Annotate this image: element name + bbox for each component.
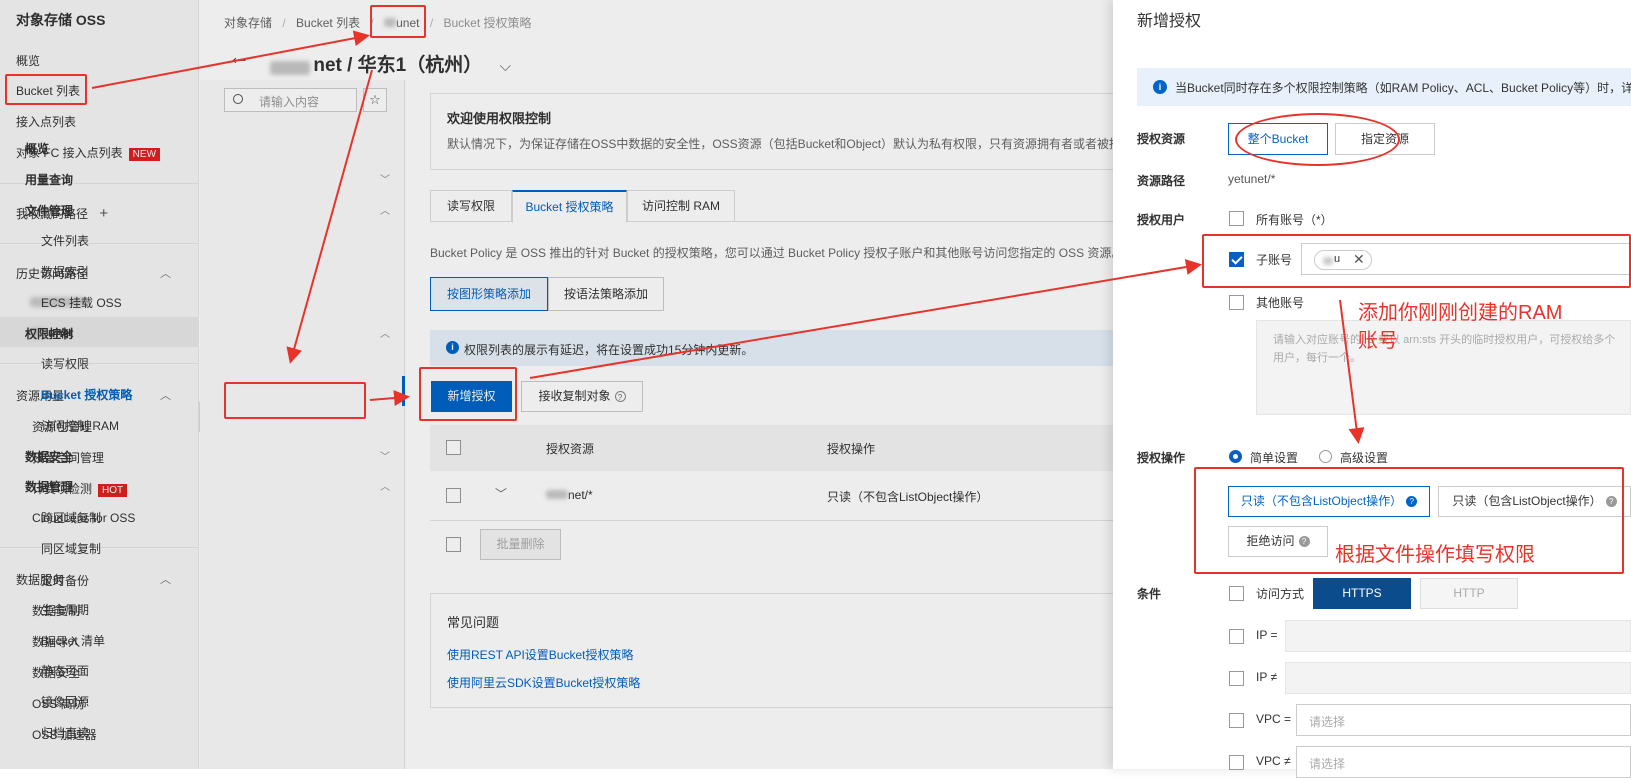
drawer-info-bar: i 当Bucket同时存在多个权限控制策略（如RAM Policy、ACL、Bu… bbox=[1137, 68, 1631, 106]
vpc-ne-select[interactable]: 请选择 bbox=[1296, 746, 1631, 778]
other-account-checkbox[interactable] bbox=[1229, 295, 1244, 310]
annotation-add-ram: 添加你刚刚创建的RAM bbox=[1358, 302, 1563, 324]
vpc-eq-select[interactable]: 请选择 bbox=[1296, 704, 1631, 736]
modal-mask[interactable] bbox=[0, 0, 1113, 769]
ip-ne-input[interactable] bbox=[1285, 662, 1631, 694]
simple-setting-radio[interactable] bbox=[1229, 450, 1242, 463]
vpc-ne-placeholder: 请选择 bbox=[1309, 757, 1346, 771]
http-option[interactable]: HTTP bbox=[1420, 578, 1518, 609]
annotation-box-bucket-list bbox=[5, 74, 87, 105]
annotation-ellipse-resource bbox=[1235, 113, 1400, 166]
other-account-textarea[interactable]: 请输入对应账号的 ID 或以 arn:sts 开头的临时授权用户，可授权给多个用… bbox=[1256, 320, 1631, 415]
all-accounts-checkbox[interactable] bbox=[1229, 211, 1244, 226]
cond-label: 条件 bbox=[1137, 587, 1162, 601]
simple-setting-label: 简单设置 bbox=[1250, 451, 1299, 465]
access-method-checkbox[interactable] bbox=[1229, 586, 1244, 601]
path-value: yetunet/* bbox=[1228, 172, 1276, 186]
ip-eq-checkbox[interactable] bbox=[1229, 629, 1244, 644]
advanced-setting-label: 高级设置 bbox=[1340, 451, 1389, 465]
path-label: 资源路径 bbox=[1137, 174, 1186, 188]
annotation-fill-permission: 根据文件操作填写权限 bbox=[1335, 544, 1535, 566]
access-method-label: 访问方式 bbox=[1256, 587, 1305, 601]
ip-ne-checkbox[interactable] bbox=[1229, 671, 1244, 686]
other-account-label: 其他账号 bbox=[1256, 296, 1305, 310]
ip-eq-label: IP = bbox=[1256, 628, 1278, 642]
annotation-box-breadcrumb bbox=[370, 5, 426, 38]
annotation-box-sub-account bbox=[1202, 234, 1631, 288]
annotation-box-new-auth bbox=[419, 367, 517, 421]
vpc-eq-label: VPC = bbox=[1256, 712, 1292, 726]
annotation-box-bucket-policy bbox=[224, 382, 366, 419]
annotation-add-ram-2: 账号 bbox=[1358, 330, 1398, 352]
user-label: 授权用户 bbox=[1137, 213, 1186, 227]
resource-label: 授权资源 bbox=[1137, 132, 1186, 146]
vpc-ne-checkbox[interactable] bbox=[1229, 755, 1244, 770]
vpc-eq-checkbox[interactable] bbox=[1229, 713, 1244, 728]
drawer-info-text: 当Bucket同时存在多个权限控制策略（如RAM Policy、ACL、Buck… bbox=[1175, 81, 1631, 95]
ip-ne-label: IP ≠ bbox=[1256, 670, 1278, 684]
other-account-placeholder: 请输入对应账号的 ID 或以 arn:sts 开头的临时授权用户，可授权给多个用… bbox=[1273, 334, 1616, 364]
op-label: 授权操作 bbox=[1137, 451, 1186, 465]
drawer-title: 新增授权 bbox=[1137, 13, 1202, 30]
info-icon: i bbox=[1153, 80, 1167, 94]
advanced-setting-radio[interactable] bbox=[1319, 450, 1332, 463]
new-auth-drawer: 新增授权 i 当Bucket同时存在多个权限控制策略（如RAM Policy、A… bbox=[1113, 0, 1631, 778]
all-accounts-label: 所有账号（*） bbox=[1256, 213, 1333, 227]
https-option[interactable]: HTTPS bbox=[1313, 578, 1411, 609]
ip-eq-input[interactable] bbox=[1285, 620, 1631, 652]
vpc-ne-label: VPC ≠ bbox=[1256, 754, 1291, 768]
vpc-eq-placeholder: 请选择 bbox=[1309, 715, 1346, 729]
